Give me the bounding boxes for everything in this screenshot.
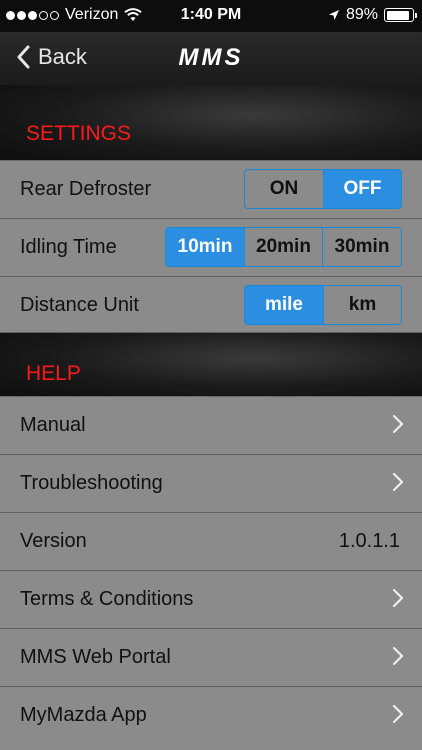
- chevron-right-icon: [392, 704, 404, 724]
- help-item-label: Version: [20, 530, 87, 552]
- location-arrow-icon: [328, 10, 339, 20]
- help-item-label: MyMazda App: [20, 704, 147, 726]
- distance-unit-selector[interactable]: mile km: [244, 285, 402, 325]
- settings-section-header: SETTINGS: [0, 85, 422, 161]
- setting-row-rear-defroster: Rear Defroster ON OFF: [0, 161, 422, 219]
- chevron-right-icon: [392, 588, 404, 608]
- idling-10min-option[interactable]: 10min: [166, 228, 244, 266]
- setting-label: Distance Unit: [20, 294, 139, 316]
- help-section-header: HELP: [0, 333, 422, 397]
- help-item-version: Version 1.0.1.1: [0, 513, 422, 571]
- chevron-right-icon: [392, 414, 404, 434]
- navigation-bar: Back MMS: [0, 32, 422, 85]
- help-header-label: HELP: [26, 362, 81, 385]
- setting-label: Idling Time: [20, 236, 117, 258]
- idling-30min-option[interactable]: 30min: [322, 228, 401, 266]
- help-item-manual[interactable]: Manual: [0, 397, 422, 455]
- unit-km-option[interactable]: km: [323, 286, 401, 324]
- battery-icon: [384, 8, 417, 22]
- status-right: 89%: [328, 6, 417, 24]
- app-logo-title: MMS: [178, 44, 244, 71]
- setting-row-distance-unit: Distance Unit mile km: [0, 277, 422, 333]
- battery-percent: 89%: [345, 6, 378, 23]
- help-item-mms-web-portal[interactable]: MMS Web Portal: [0, 629, 422, 687]
- help-item-terms-conditions[interactable]: Terms & Conditions: [0, 571, 422, 629]
- status-bar: Verizon 1:40 PM 89%: [0, 0, 422, 32]
- help-item-label: Manual: [20, 414, 86, 436]
- help-item-label: Terms & Conditions: [20, 588, 194, 610]
- help-item-troubleshooting[interactable]: Troubleshooting: [0, 455, 422, 513]
- version-value: 1.0.1.1: [338, 530, 400, 552]
- chevron-right-icon: [392, 646, 404, 666]
- defroster-off-option[interactable]: OFF: [323, 170, 401, 208]
- unit-mile-option[interactable]: mile: [245, 286, 323, 324]
- idling-time-selector[interactable]: 10min 20min 30min: [165, 227, 402, 267]
- chevron-right-icon: [392, 472, 404, 492]
- help-item-label: MMS Web Portal: [20, 646, 171, 668]
- settings-header-label: SETTINGS: [26, 122, 132, 145]
- rear-defroster-toggle[interactable]: ON OFF: [244, 169, 402, 209]
- setting-row-idling-time: Idling Time 10min 20min 30min: [0, 219, 422, 277]
- help-item-mymazda-app[interactable]: MyMazda App: [0, 687, 422, 750]
- help-item-label: Troubleshooting: [20, 472, 163, 494]
- defroster-on-option[interactable]: ON: [245, 170, 323, 208]
- setting-label: Rear Defroster: [20, 178, 152, 200]
- idling-20min-option[interactable]: 20min: [244, 228, 322, 266]
